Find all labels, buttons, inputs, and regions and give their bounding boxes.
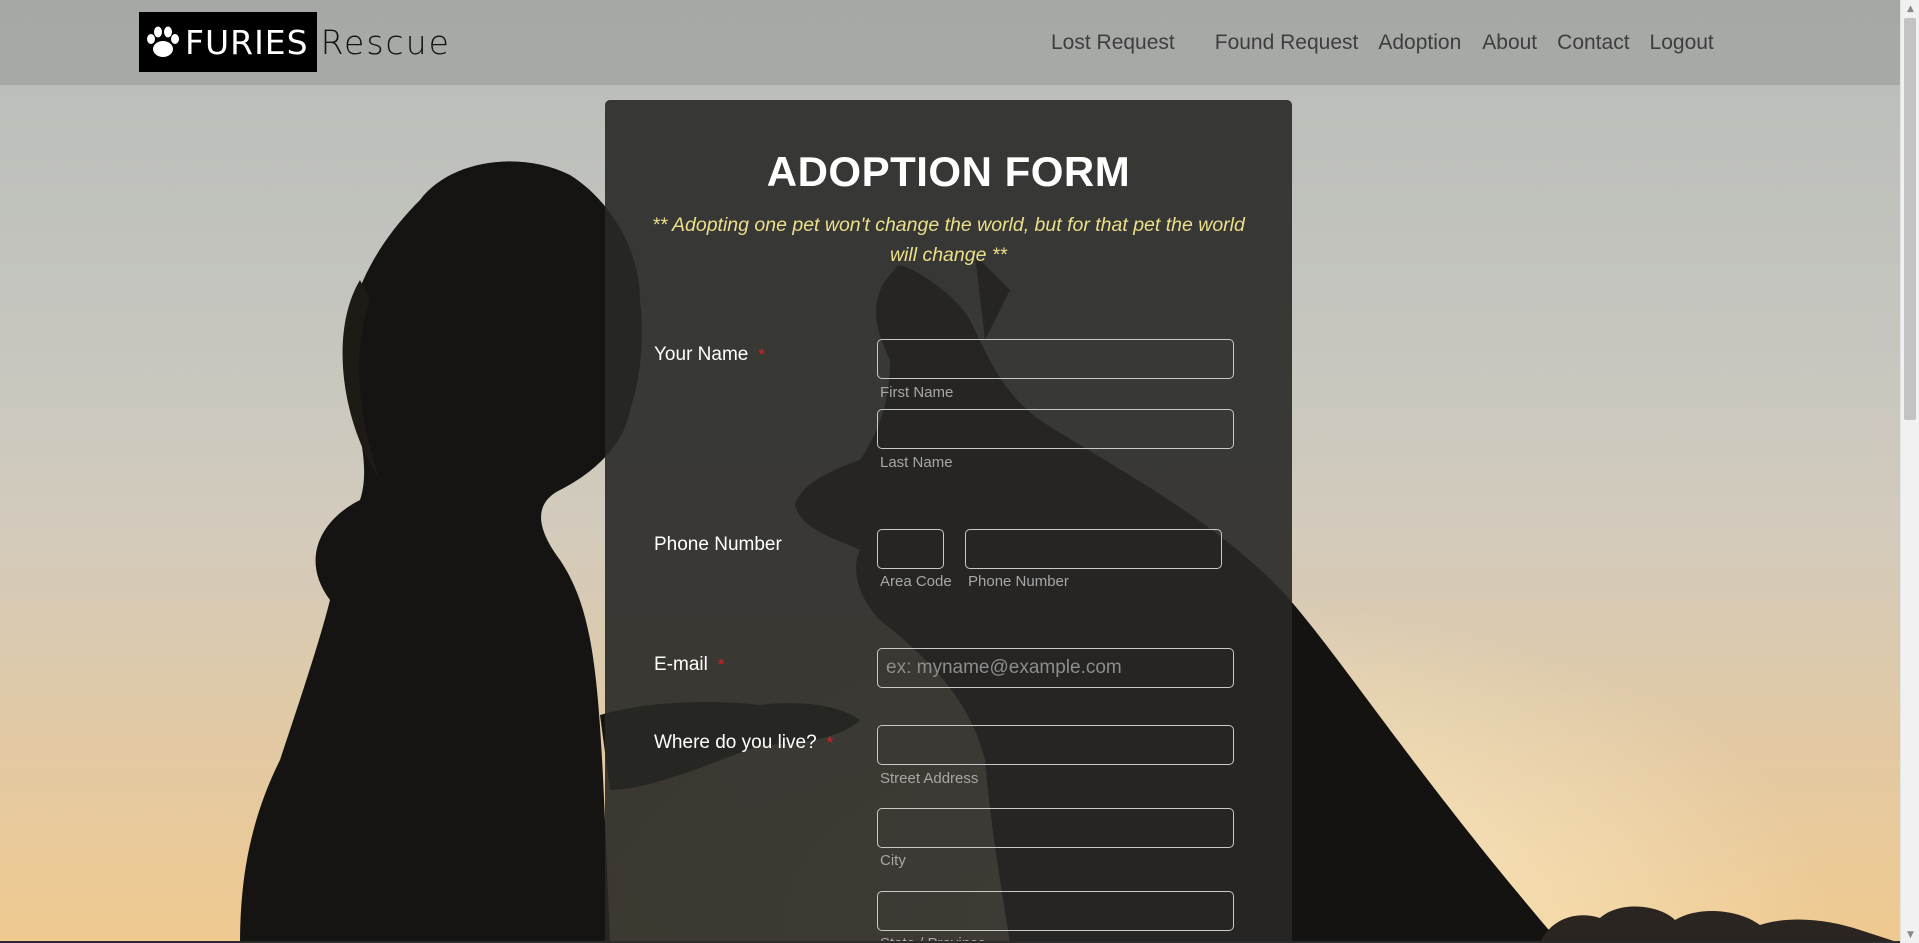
email-input[interactable]: [877, 648, 1234, 688]
phone-label-text: Phone Number: [654, 534, 782, 555]
address-label-text: Where do you live?: [654, 732, 817, 753]
address-label: Where do you live? *: [654, 732, 833, 754]
top-navbar: FURIES Rescue Lost Request Found Request…: [0, 0, 1900, 85]
first-name-sublabel: First Name: [880, 384, 954, 401]
nav-found-request[interactable]: Found Request: [1215, 31, 1359, 55]
nav-lost-request[interactable]: Lost Request: [1051, 31, 1175, 55]
brand-logo[interactable]: FURIES Rescue: [139, 12, 451, 72]
first-name-input[interactable]: [877, 339, 1234, 379]
phone-number-input[interactable]: [965, 529, 1222, 569]
email-required-marker: *: [717, 655, 725, 674]
brand-name-rescue: Rescue: [320, 22, 451, 62]
phone-number-sublabel: Phone Number: [968, 573, 1069, 590]
brand-name-furies: FURIES: [185, 22, 309, 62]
scroll-up-arrow-icon[interactable]: ▲: [1901, 0, 1919, 17]
state-input[interactable]: [877, 891, 1234, 931]
area-code-input[interactable]: [877, 529, 944, 569]
scrollbar-thumb[interactable]: [1904, 18, 1916, 420]
street-address-sublabel: Street Address: [880, 770, 979, 787]
nav-adoption[interactable]: Adoption: [1378, 31, 1461, 55]
last-name-sublabel: Last Name: [880, 454, 953, 471]
name-label-text: Your Name: [654, 344, 749, 365]
nav-links: Lost Request Found Request Adoption Abou…: [1051, 27, 1714, 59]
brand-logo-box: FURIES: [139, 12, 317, 72]
form-title: ADOPTION FORM: [766, 148, 1131, 195]
name-label: Your Name *: [654, 344, 765, 366]
scroll-down-arrow-icon[interactable]: ▼: [1901, 926, 1919, 943]
phone-label: Phone Number: [654, 534, 782, 556]
area-code-sublabel: Area Code: [880, 573, 952, 590]
email-label: E-mail *: [654, 654, 724, 676]
paw-icon: [147, 26, 179, 57]
adoption-form-card: ADOPTION FORM ** Adopting one pet won't …: [605, 100, 1292, 943]
nav-logout[interactable]: Logout: [1650, 31, 1714, 55]
last-name-input[interactable]: [877, 409, 1234, 449]
page-scrollbar[interactable]: ▲ ▼: [1900, 0, 1919, 943]
email-label-text: E-mail: [654, 654, 708, 675]
nav-about[interactable]: About: [1482, 31, 1537, 55]
address-required-marker: *: [826, 733, 834, 752]
city-sublabel: City: [880, 852, 906, 869]
city-input[interactable]: [877, 808, 1234, 848]
name-required-marker: *: [758, 345, 765, 364]
nav-contact[interactable]: Contact: [1557, 31, 1629, 55]
form-quote: ** Adopting one pet won't change the wor…: [652, 214, 1245, 266]
street-address-input[interactable]: [877, 725, 1234, 765]
